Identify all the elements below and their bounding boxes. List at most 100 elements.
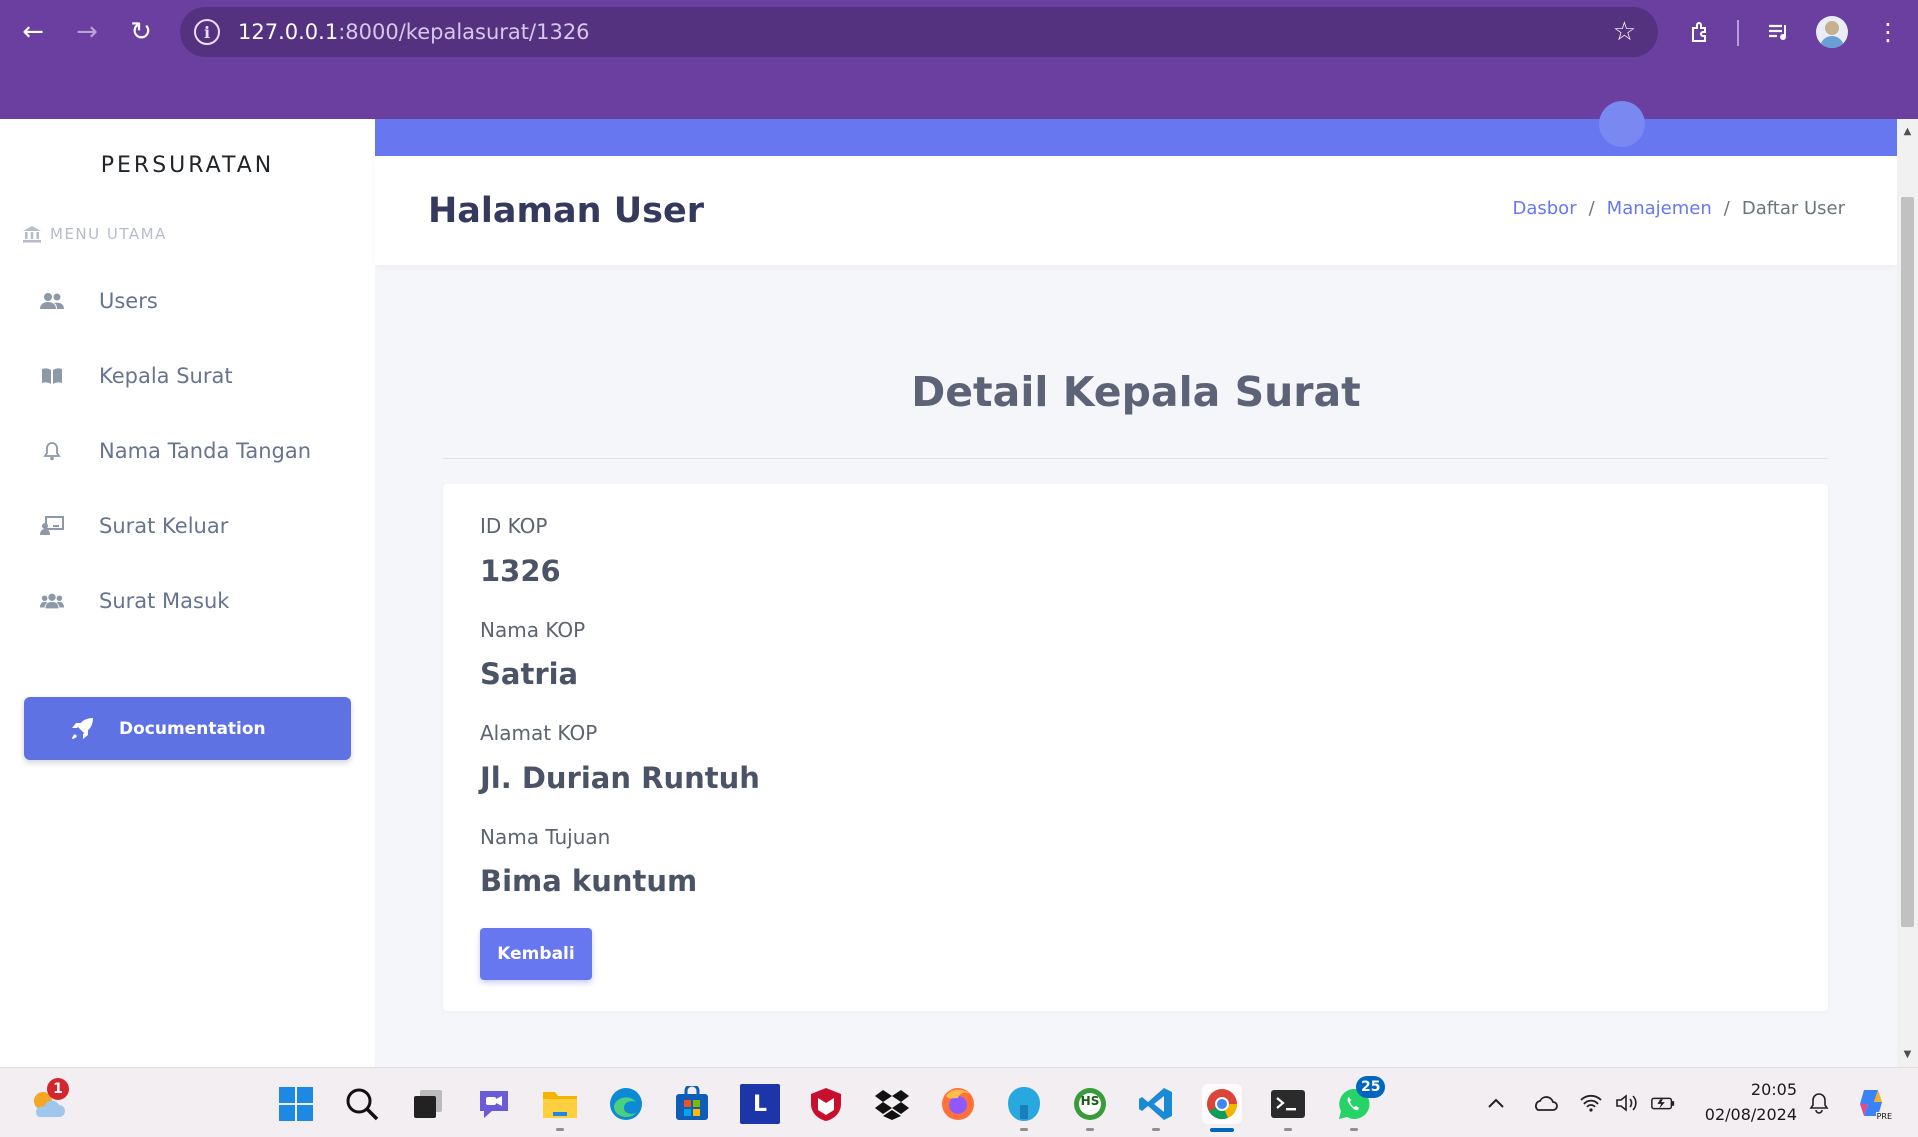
hs-app-icon[interactable]: HS (1070, 1084, 1110, 1124)
sidebar-item-label: Nama Tanda Tangan (99, 439, 312, 463)
app-blue-icon[interactable] (1004, 1084, 1044, 1124)
profile-avatar[interactable] (1816, 16, 1848, 48)
copilot-icon[interactable]: PRE (1855, 1085, 1893, 1121)
clock-date[interactable]: 02/08/2024 (1685, 1105, 1797, 1124)
forward-arrow-icon[interactable]: → (69, 14, 105, 50)
heading-divider (443, 458, 1828, 459)
taskbar-running-dot (1020, 1128, 1028, 1131)
field-value-id-kop: 1326 (480, 554, 561, 588)
sidebar-item-label: Kepala Surat (99, 364, 233, 388)
dropbox-icon[interactable] (872, 1084, 912, 1124)
sidebar-item-surat-masuk[interactable]: Surat Masuk (0, 571, 375, 631)
taskbar-running-dot (1152, 1128, 1160, 1131)
chrome-browser-icon[interactable] (1202, 1084, 1242, 1124)
url-path: :8000/kepalasurat/1326 (338, 20, 590, 44)
reload-icon[interactable]: ↻ (123, 14, 159, 50)
teams-chat-icon[interactable] (474, 1084, 514, 1124)
l-app-label: L (752, 1091, 768, 1117)
search-icon[interactable] (342, 1084, 382, 1124)
vscode-icon[interactable] (1136, 1084, 1176, 1124)
onedrive-cloud-icon[interactable] (1532, 1090, 1558, 1116)
field-label-nama-tujuan: Nama Tujuan (480, 825, 611, 849)
taskbar-active-indicator (1210, 1128, 1234, 1132)
field-label-nama-kop: Nama KOP (480, 618, 586, 642)
field-value-nama-tujuan: Bima kuntum (480, 864, 698, 898)
sidebar-item-label: Users (99, 289, 158, 313)
clock-time[interactable]: 20:05 (1685, 1080, 1797, 1099)
microsoft-store-icon[interactable] (672, 1084, 712, 1124)
file-explorer-icon[interactable] (540, 1084, 580, 1124)
users-group-icon (40, 589, 64, 613)
breadcrumb: Dasbor / Manajemen / Daftar User (1512, 198, 1845, 219)
sidebar-item-surat-keluar[interactable]: Surat Keluar (0, 496, 375, 556)
site-info-icon[interactable]: i (194, 19, 220, 45)
toolbar-separator (1737, 20, 1739, 46)
detail-heading: Detail Kepala Surat (911, 368, 1361, 416)
scroll-down-arrow-icon[interactable]: ▼ (1897, 1044, 1918, 1065)
field-value-nama-kop: Satria (480, 657, 579, 691)
breadcrumb-separator: / (1588, 198, 1595, 219)
rocket-icon (68, 715, 96, 743)
menu-heading: MENU UTAMA (22, 225, 167, 243)
url-text[interactable]: 127.0.0.1:8000/kepalasurat/1326 (238, 20, 590, 44)
documentation-button[interactable]: Documentation (24, 697, 351, 760)
kembali-button[interactable]: Kembali (480, 928, 592, 980)
field-value-alamat-kop: Jl. Durian Runtuh (480, 761, 760, 795)
chevron-up-icon[interactable] (1483, 1090, 1509, 1116)
documentation-label: Documentation (119, 718, 266, 739)
bank-icon (22, 225, 42, 243)
firefox-icon[interactable] (938, 1084, 978, 1124)
field-label-alamat-kop: Alamat KOP (480, 721, 598, 745)
whatsapp-badge: 25 (1356, 1076, 1386, 1098)
taskbar-running-dot (1086, 1128, 1094, 1131)
edge-browser-icon[interactable] (606, 1084, 646, 1124)
sidebar-brand[interactable]: PERSURATAN (0, 153, 375, 178)
section-header: Halaman User Dasbor / Manajemen / Daftar… (375, 156, 1897, 265)
extensions-icon[interactable] (1683, 14, 1719, 50)
media-control-icon[interactable] (1761, 14, 1797, 50)
bookmark-star-icon[interactable]: ☆ (1613, 17, 1636, 47)
taskbar-running-dot (1284, 1128, 1292, 1131)
address-bar[interactable]: i 127.0.0.1:8000/kepalasurat/1326 ☆ (180, 7, 1658, 57)
page-title: Halaman User (428, 191, 704, 231)
breadcrumb-daftar-user: Daftar User (1741, 198, 1845, 219)
browser-chrome: ← → ↻ i 127.0.0.1:8000/kepalasurat/1326 … (0, 0, 1918, 119)
breadcrumb-dasbor[interactable]: Dasbor (1512, 198, 1576, 219)
back-arrow-icon[interactable]: ← (15, 14, 51, 50)
bell-icon (40, 439, 64, 463)
breadcrumb-separator: / (1723, 198, 1730, 219)
weather-badge: 1 (47, 1078, 69, 1100)
page-scrollbar[interactable]: ▲ ▼ (1897, 119, 1918, 1067)
chalkboard-user-icon (40, 514, 64, 538)
scroll-up-arrow-icon[interactable]: ▲ (1897, 121, 1918, 142)
l-app-icon[interactable]: L (740, 1084, 780, 1124)
notification-bell-icon[interactable] (1806, 1090, 1832, 1116)
volume-icon[interactable] (1614, 1090, 1640, 1116)
sidebar-item-kepala-surat[interactable]: Kepala Surat (0, 346, 375, 406)
sidebar-item-nama-tanda-tangan[interactable]: Nama Tanda Tangan (0, 421, 375, 481)
scrollbar-thumb[interactable] (1901, 197, 1914, 927)
breadcrumb-manajemen[interactable]: Manajemen (1607, 198, 1712, 219)
user-avatar-circle[interactable] (1599, 101, 1645, 147)
book-icon (40, 364, 64, 388)
battery-icon[interactable] (1650, 1090, 1676, 1116)
field-label-id-kop: ID KOP (480, 514, 548, 538)
hs-app-label: HS (1080, 1094, 1100, 1108)
detail-card: ID KOP 1326 Nama KOP Satria Alamat KOP J… (443, 484, 1828, 1011)
copilot-pre-label: PRE (1875, 1112, 1893, 1121)
wifi-icon[interactable] (1578, 1090, 1604, 1116)
sidebar-item-label: Surat Masuk (99, 589, 230, 613)
sidebar-item-users[interactable]: Users (0, 271, 375, 331)
taskbar-running-dot (556, 1128, 564, 1131)
top-navbar-band (375, 101, 1897, 156)
windows-start-icon[interactable] (276, 1084, 316, 1124)
taskbar-running-dot (1350, 1128, 1358, 1131)
users-icon (40, 289, 64, 313)
sidebar-item-label: Surat Keluar (99, 514, 229, 538)
mcafee-icon[interactable] (806, 1084, 846, 1124)
sidebar: PERSURATAN MENU UTAMA Users Kepala Surat… (0, 119, 375, 1067)
task-view-icon[interactable] (408, 1084, 448, 1124)
windows-taskbar: 1 L HS 25 20:05 02/08/2024 PRE (0, 1067, 1918, 1137)
terminal-icon[interactable] (1268, 1084, 1308, 1124)
menu-kebab-icon[interactable]: ⋮ (1870, 14, 1906, 50)
